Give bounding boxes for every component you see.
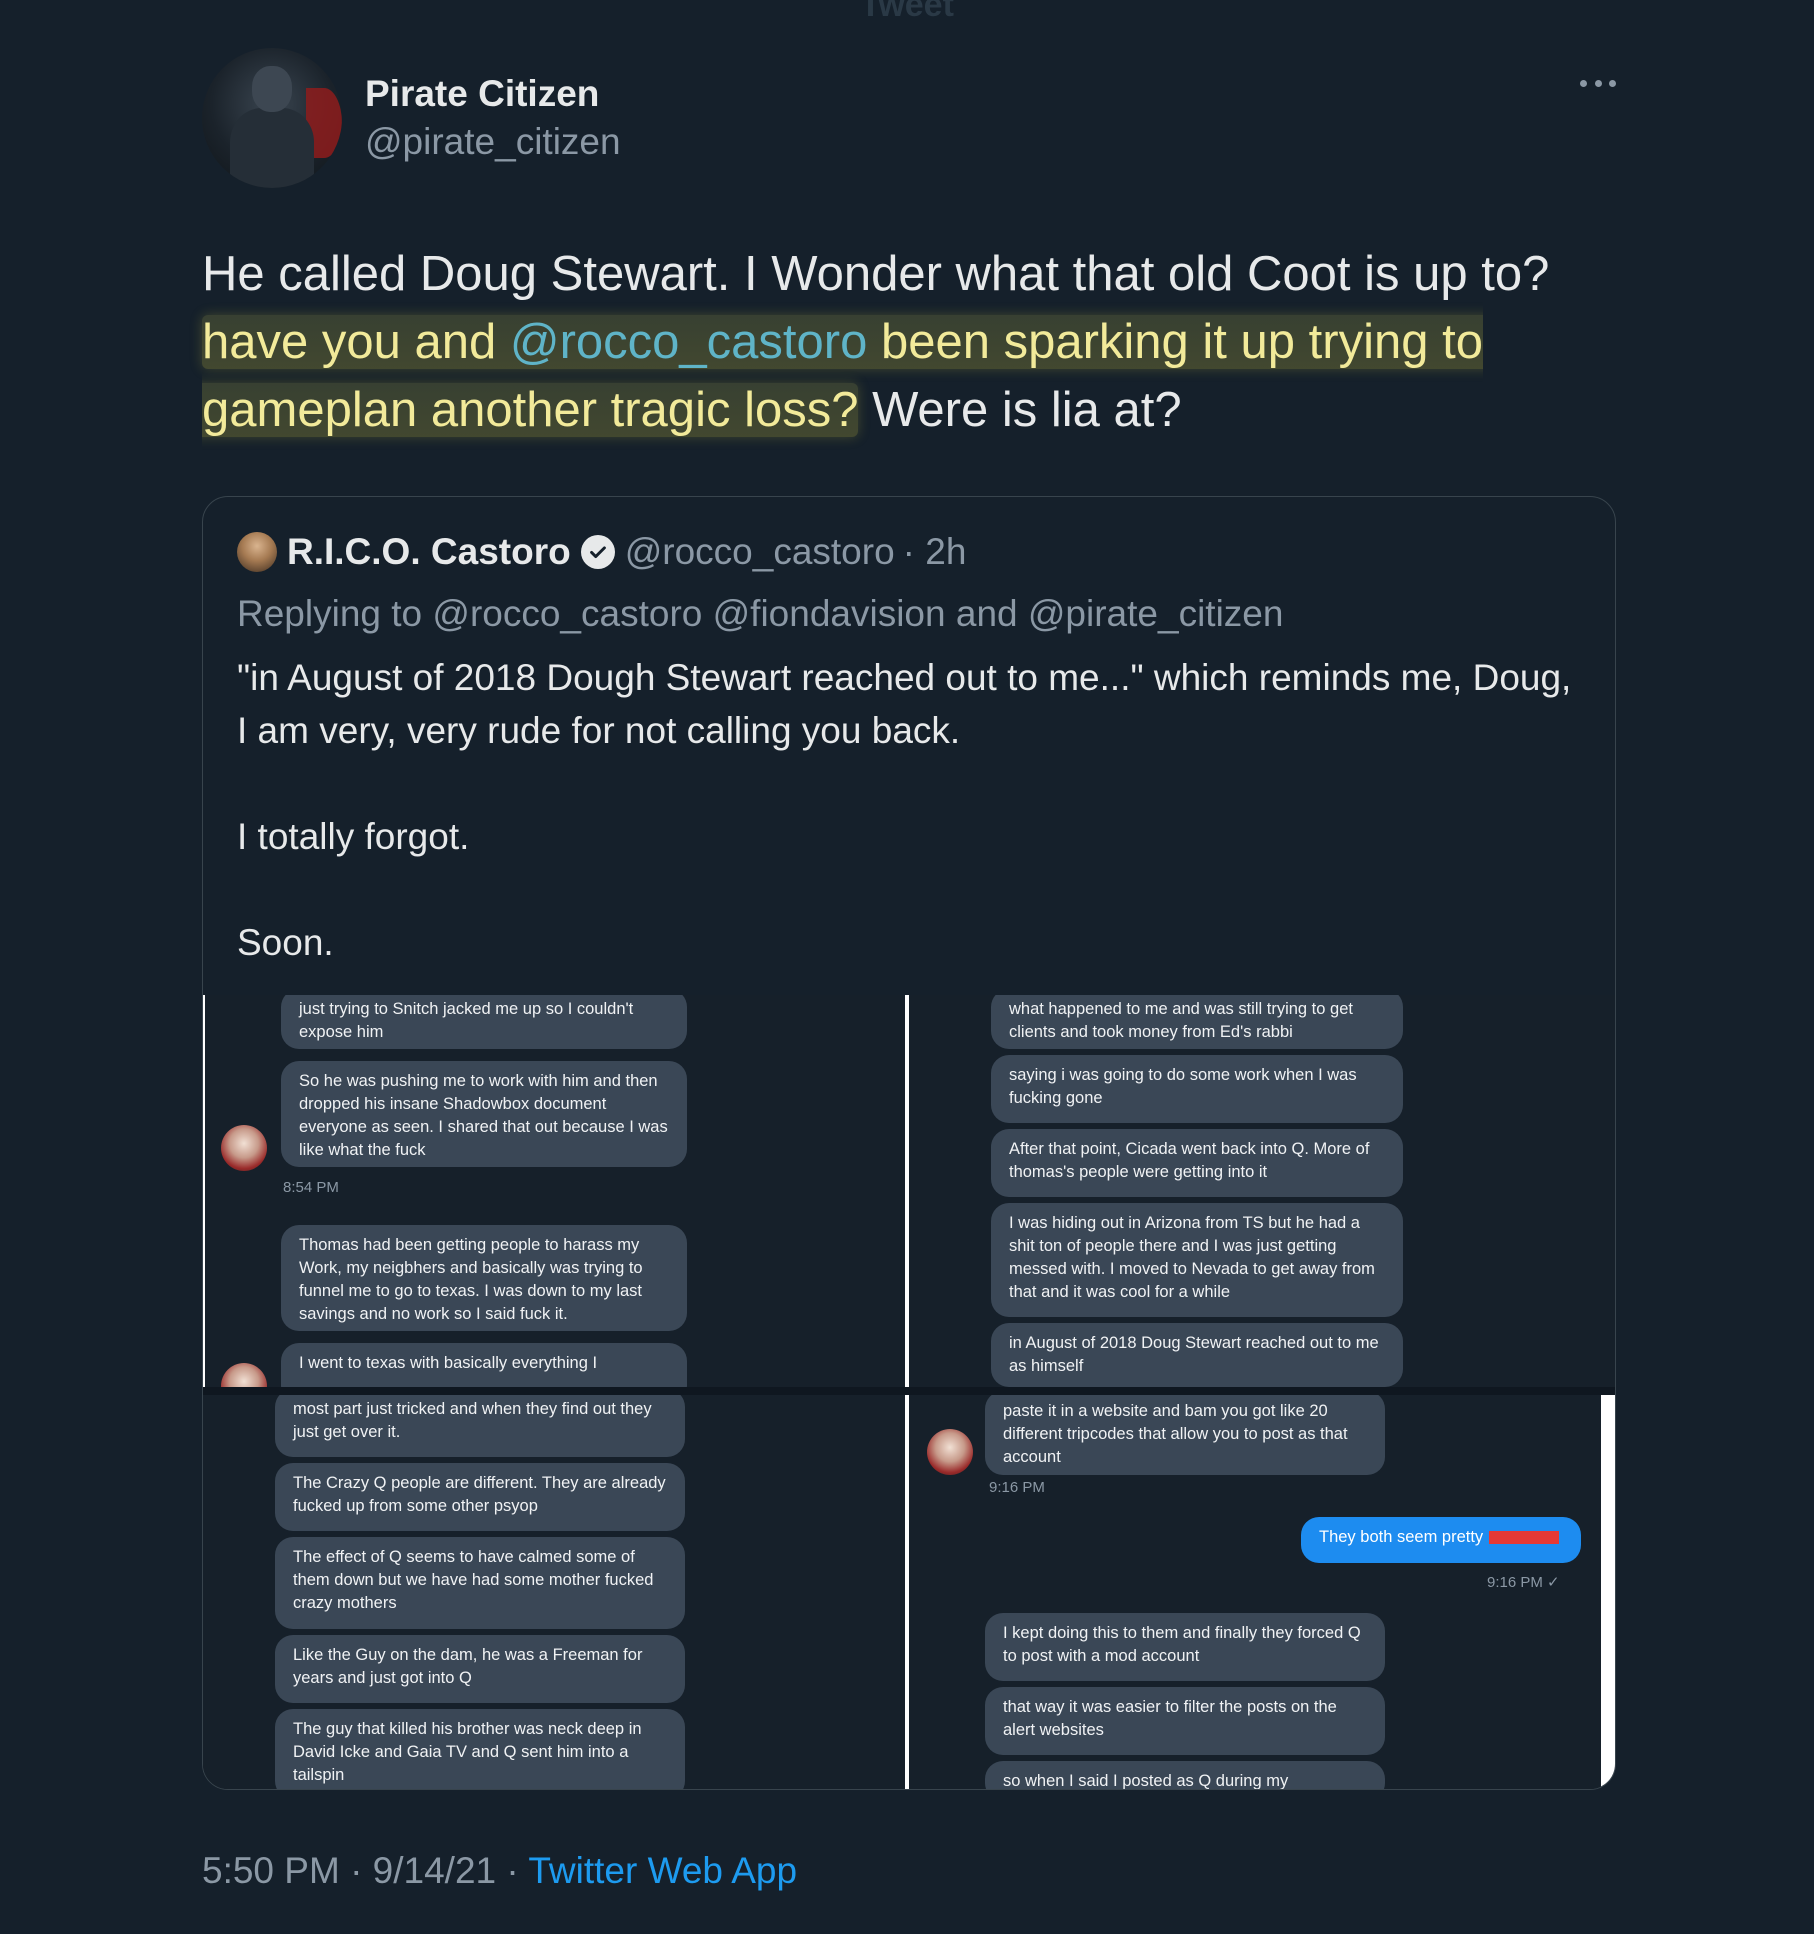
redaction-mark	[1489, 1531, 1560, 1545]
chat-bubble: Thomas had been getting people to harass…	[281, 1225, 687, 1331]
chat-bubble: I went to texas with basically everythin…	[281, 1343, 687, 1387]
quote-body: "in August of 2018 Dough Stewart reached…	[237, 651, 1577, 969]
chat-bubble: paste it in a website and bam you got li…	[985, 1395, 1385, 1475]
chat-bubble: most part just tricked and when they fin…	[275, 1395, 685, 1457]
chat-bubble: I was hiding out in Arizona from TS but …	[991, 1203, 1403, 1317]
quote-paragraph: Soon.	[237, 922, 334, 963]
chat-bubble: in August of 2018 Doug Stewart reached o…	[991, 1323, 1403, 1387]
author-handle[interactable]: @pirate_citizen	[365, 118, 621, 166]
screenshot-image-2[interactable]: what happened to me and was still trying…	[905, 995, 1615, 1387]
chat-timestamp: 8:54 PM	[283, 1179, 339, 1196]
quote-media-grid[interactable]: just trying to Snitch jacked me up so I …	[203, 995, 1615, 1789]
chat-timestamp: 9:16 PM	[989, 1479, 1045, 1496]
author-avatar[interactable]	[202, 48, 342, 188]
quote-author-name[interactable]: R.I.C.O. Castoro	[287, 531, 571, 573]
chat-bubble: that way it was easier to filter the pos…	[985, 1687, 1385, 1755]
chat-bubble: I kept doing this to them and finally th…	[985, 1613, 1385, 1681]
quote-author-avatar[interactable]	[237, 532, 277, 572]
chat-avatar	[927, 1429, 973, 1475]
tweet-text: He called Doug Stewart. I Wonder what th…	[202, 240, 1622, 444]
media-divider	[203, 1387, 1615, 1395]
quote-time: · 2h	[902, 531, 967, 572]
tweet-timestamp[interactable]: 5:50 PM · 9/14/21 ·	[202, 1850, 528, 1891]
chat-bubble-outgoing: They both seem pretty	[1301, 1517, 1581, 1563]
author-display-name[interactable]: Pirate Citizen	[365, 70, 621, 118]
chat-bubble: just trying to Snitch jacked me up so I …	[281, 995, 687, 1049]
source-app-link[interactable]: Twitter Web App	[528, 1850, 797, 1891]
chat-bubble: saying i was going to do some work when …	[991, 1055, 1403, 1123]
chat-bubble: The Crazy Q people are different. They a…	[275, 1463, 685, 1531]
chat-bubble: Like the Guy on the dam, he was a Freema…	[275, 1635, 685, 1703]
screenshot-image-1[interactable]: just trying to Snitch jacked me up so I …	[203, 995, 907, 1387]
quote-replying-to[interactable]: Replying to @rocco_castoro @fiondavision…	[237, 593, 1283, 635]
quote-paragraph: "in August of 2018 Dough Stewart reached…	[237, 657, 1572, 751]
verified-badge-icon	[580, 535, 615, 569]
image-edge	[1601, 1395, 1615, 1789]
more-horizontal-icon[interactable]	[1580, 76, 1616, 90]
mention-link[interactable]: @rocco_castoro	[510, 315, 868, 369]
chat-timestamp: 9:16 PM ✓	[1487, 1574, 1560, 1591]
tweet-text-start: He called Doug Stewart. I Wonder what th…	[202, 247, 1550, 301]
tweet-metadata: 5:50 PM · 9/14/21 · Twitter Web App	[202, 1850, 797, 1892]
chat-bubble: so when I said I posted as Q during my	[985, 1761, 1385, 1789]
page-header-label: Tweet	[860, 0, 954, 24]
chat-bubble: The guy that killed his brother was neck…	[275, 1709, 685, 1789]
screenshot-image-4[interactable]: paste it in a website and bam you got li…	[905, 1395, 1615, 1789]
tweet-author[interactable]: Pirate Citizen @pirate_citizen	[202, 48, 621, 188]
quote-paragraph: I totally forgot.	[237, 816, 470, 857]
chat-bubble: After that point, Cicada went back into …	[991, 1129, 1403, 1197]
chat-bubble: what happened to me and was still trying…	[991, 995, 1403, 1049]
quote-author-handle[interactable]: @rocco_castoro	[625, 531, 895, 573]
chat-avatar	[221, 1125, 267, 1171]
quoted-tweet[interactable]: R.I.C.O. Castoro @rocco_castoro · 2h Rep…	[202, 496, 1616, 1790]
chat-bubble: The effect of Q seems to have calmed som…	[275, 1537, 685, 1629]
tweet-text-end: Were is lia at?	[858, 383, 1182, 437]
highlighted-text: have you and @rocco_castoro been sparkin…	[202, 315, 1483, 437]
chat-avatar	[221, 1363, 267, 1387]
chat-bubble: So he was pushing me to work with him an…	[281, 1061, 687, 1167]
screenshot-image-3[interactable]: most part just tricked and when they fin…	[203, 1395, 905, 1789]
